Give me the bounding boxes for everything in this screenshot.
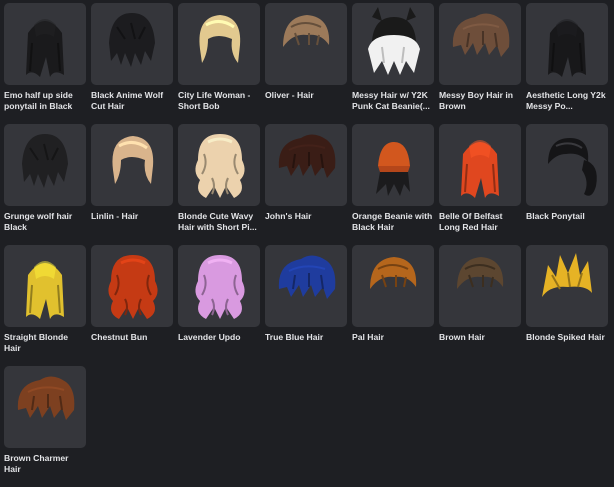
hair-orange-beanie-icon[interactable]	[352, 124, 434, 206]
item-name[interactable]: Brown Charmer Hair	[4, 453, 86, 475]
catalog-item[interactable]: Brown Hair	[439, 245, 521, 366]
item-name[interactable]: Blonde Spiked Hair	[526, 332, 608, 343]
catalog-item[interactable]: Straight Blonde Hair	[4, 245, 86, 366]
item-name[interactable]: Brown Hair	[439, 332, 521, 343]
item-name[interactable]: Emo half up side ponytail in Black	[4, 90, 86, 112]
hair-true-blue-icon[interactable]	[265, 245, 347, 327]
catalog-item[interactable]: Black Ponytail	[526, 124, 608, 245]
catalog-item[interactable]: Messy Boy Hair in Brown	[439, 3, 521, 124]
hair-brown-charmer-icon[interactable]	[4, 366, 86, 448]
catalog-item[interactable]: True Blue Hair	[265, 245, 347, 366]
item-name[interactable]: Messy Boy Hair in Brown	[439, 90, 521, 112]
item-name[interactable]: Black Anime Wolf Cut Hair	[91, 90, 173, 112]
hair-brown-short-icon[interactable]	[265, 3, 347, 85]
item-name[interactable]: Grunge wolf hair Black	[4, 211, 86, 233]
catalog-item[interactable]: Grunge wolf hair Black	[4, 124, 86, 245]
hair-white-cat-beanie-icon[interactable]	[352, 3, 434, 85]
item-name[interactable]: Straight Blonde Hair	[4, 332, 86, 354]
hair-lavender-updo-icon[interactable]	[178, 245, 260, 327]
hair-black-long-ponytail-icon[interactable]	[526, 3, 608, 85]
item-name[interactable]: Messy Hair w/ Y2K Punk Cat Beanie(...	[352, 90, 434, 112]
catalog-page: { "items": [ {"name":"Emo half up side p…	[0, 0, 614, 477]
catalog-item[interactable]: Aesthetic Long Y2k Messy Po...	[526, 3, 608, 124]
hair-chestnut-bun-icon[interactable]	[91, 245, 173, 327]
catalog-item[interactable]: Lavender Updo	[178, 245, 260, 366]
item-name[interactable]: Linlin - Hair	[91, 211, 173, 222]
catalog-item[interactable]: Brown Charmer Hair	[4, 366, 86, 487]
item-name[interactable]: Blonde Cute Wavy Hair with Short Pi...	[178, 211, 260, 233]
hair-grunge-wolf-black-icon[interactable]	[4, 124, 86, 206]
item-name[interactable]: True Blue Hair	[265, 332, 347, 343]
hair-black-ponytail-icon[interactable]	[526, 124, 608, 206]
hair-brown-messy-icon[interactable]	[439, 3, 521, 85]
item-name[interactable]: Black Ponytail	[526, 211, 608, 222]
item-name[interactable]: Chestnut Bun	[91, 332, 173, 343]
hair-pal-brown-icon[interactable]	[352, 245, 434, 327]
item-name[interactable]: Belle Of Belfast Long Red Hair	[439, 211, 521, 233]
catalog-item[interactable]: Messy Hair w/ Y2K Punk Cat Beanie(...	[352, 3, 434, 124]
hair-emo-black-icon[interactable]	[4, 3, 86, 85]
catalog-item[interactable]: Oliver - Hair	[265, 3, 347, 124]
hair-straight-blonde-icon[interactable]	[4, 245, 86, 327]
catalog-item[interactable]: John's Hair	[265, 124, 347, 245]
hair-blonde-linlin-icon[interactable]	[91, 124, 173, 206]
hair-blonde-wavy-icon[interactable]	[178, 124, 260, 206]
catalog-item[interactable]: Black Anime Wolf Cut Hair	[91, 3, 173, 124]
catalog-item[interactable]: City Life Woman - Short Bob	[178, 3, 260, 124]
item-name[interactable]: Pal Hair	[352, 332, 434, 343]
hair-red-long-icon[interactable]	[439, 124, 521, 206]
item-name[interactable]: John's Hair	[265, 211, 347, 222]
catalog-item[interactable]: Blonde Spiked Hair	[526, 245, 608, 366]
catalog-item[interactable]: Orange Beanie with Black Hair	[352, 124, 434, 245]
catalog-item[interactable]: Belle Of Belfast Long Red Hair	[439, 124, 521, 245]
catalog-item[interactable]: Linlin - Hair	[91, 124, 173, 245]
catalog-item[interactable]: Chestnut Bun	[91, 245, 173, 366]
hair-dark-brown-icon[interactable]	[265, 124, 347, 206]
hair-blonde-spiked-icon[interactable]	[526, 245, 608, 327]
item-name[interactable]: Oliver - Hair	[265, 90, 347, 101]
item-name[interactable]: Orange Beanie with Black Hair	[352, 211, 434, 233]
item-name[interactable]: Lavender Updo	[178, 332, 260, 343]
catalog-item[interactable]: Blonde Cute Wavy Hair with Short Pi...	[178, 124, 260, 245]
hair-anime-wolf-black-icon[interactable]	[91, 3, 173, 85]
item-name[interactable]: City Life Woman - Short Bob	[178, 90, 260, 112]
hair-blonde-bob-icon[interactable]	[178, 3, 260, 85]
item-name[interactable]: Aesthetic Long Y2k Messy Po...	[526, 90, 608, 112]
catalog-item[interactable]: Pal Hair	[352, 245, 434, 366]
item-grid: Emo half up side ponytail in Black Black…	[4, 3, 608, 487]
catalog-item[interactable]: Emo half up side ponytail in Black	[4, 3, 86, 124]
hair-brown-icon[interactable]	[439, 245, 521, 327]
